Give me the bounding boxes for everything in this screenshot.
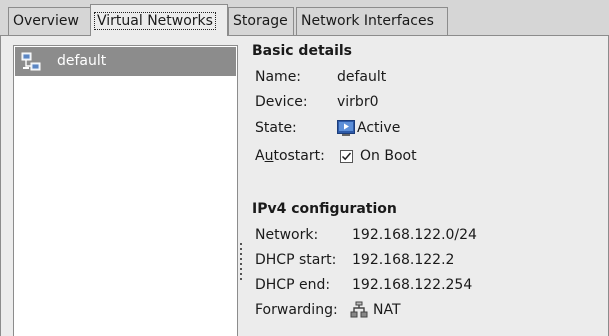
forwarding-value: NAT	[373, 302, 401, 318]
pane-splitter-handle[interactable]	[240, 243, 243, 283]
network-icon	[21, 52, 41, 71]
autostart-checkbox[interactable]	[340, 150, 353, 163]
tab-overview[interactable]: Overview	[8, 7, 92, 35]
state-label: State:	[255, 120, 297, 136]
dhcp-start-label: DHCP start:	[255, 252, 337, 268]
network-list-item-label: default	[57, 53, 107, 69]
nat-icon	[350, 301, 368, 318]
checkmark-icon	[341, 152, 352, 161]
name-label: Name:	[255, 69, 302, 85]
autostart-label-post: tostart:	[273, 148, 325, 164]
tab-network-interfaces-label: Network Interfaces	[301, 13, 434, 29]
tab-storage-label: Storage	[233, 13, 288, 29]
network-list[interactable]: default	[13, 45, 238, 336]
running-icon	[337, 120, 355, 136]
tab-bar: Overview Virtual Networks Storage Networ…	[0, 0, 609, 36]
state-value: Active	[357, 120, 401, 136]
device-label: Device:	[255, 94, 308, 110]
autostart-label: Autostart:	[255, 148, 325, 164]
tab-network-interfaces[interactable]: Network Interfaces	[296, 7, 448, 35]
ipv4-config-title: IPv4 configuration	[252, 201, 397, 217]
tab-overview-label: Overview	[13, 13, 79, 29]
device-value: virbr0	[337, 94, 379, 110]
dhcp-end-label: DHCP end:	[255, 277, 331, 293]
dhcp-start-value: 192.168.122.2	[352, 252, 455, 268]
basic-details-title: Basic details	[252, 43, 353, 59]
tab-virtual-networks[interactable]: Virtual Networks	[90, 4, 228, 36]
network-value: 192.168.122.0/24	[352, 227, 477, 243]
network-list-item-default[interactable]: default	[15, 47, 236, 76]
name-value: default	[337, 69, 387, 85]
tab-virtual-networks-label: Virtual Networks	[94, 12, 216, 30]
network-label: Network:	[255, 227, 319, 243]
autostart-value[interactable]: On Boot	[360, 148, 417, 164]
autostart-label-pre: A	[255, 148, 265, 164]
tab-storage[interactable]: Storage	[228, 7, 294, 35]
forwarding-label: Forwarding:	[255, 302, 338, 318]
dhcp-end-value: 192.168.122.254	[352, 277, 473, 293]
